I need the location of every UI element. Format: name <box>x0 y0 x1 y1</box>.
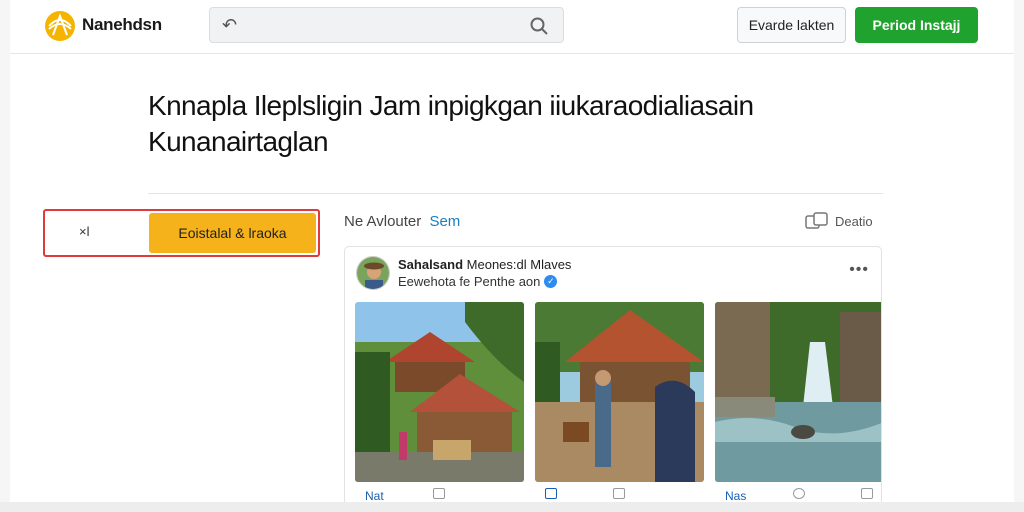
see-link[interactable]: Sem <box>429 213 460 230</box>
feed-header: Ne Avlouter Sem <box>344 213 460 230</box>
search-icon[interactable] <box>529 16 549 36</box>
page-title-line-1: Knnapla Ileplsligin Jam inpigkgan iiukar… <box>148 90 754 121</box>
copy-icon[interactable] <box>805 212 829 230</box>
yellow-action-button[interactable]: Eoistalal & lraoka <box>149 213 316 253</box>
image-icon[interactable] <box>433 488 445 499</box>
post-subtitle: Eewehota fe Penthe aon ✓ <box>398 274 558 289</box>
tile-3-label[interactable]: Nas <box>725 489 746 503</box>
author-name[interactable]: Sahalsand <box>398 257 463 272</box>
feed-title: Ne Avlouter <box>344 213 422 230</box>
page-title-line-2: Kunanairtaglan <box>148 126 329 157</box>
feed-right-label[interactable]: Deatio <box>835 214 873 229</box>
post-image-villagers[interactable] <box>535 302 704 482</box>
search-bar[interactable]: ↶ <box>209 7 564 43</box>
more-icon[interactable]: ••• <box>849 261 869 279</box>
page: Nanehdsn ↶ Evarde lakten Period Instajj … <box>10 0 1014 512</box>
back-arrow-icon[interactable]: ↶ <box>222 15 237 36</box>
brand-name[interactable]: Nanehdsn <box>82 15 162 35</box>
page-title: Knnapla Ileplsligin Jam inpigkgan iiukar… <box>148 88 868 160</box>
close-icon[interactable]: ×l <box>79 224 89 239</box>
verified-icon: ✓ <box>544 275 558 288</box>
post-card: Sahalsand Meones:dl Mlaves Eewehota fe P… <box>344 246 882 512</box>
secondary-button[interactable]: Evarde lakten <box>737 7 846 43</box>
post-subtitle-text: Eewehota fe Penthe aon <box>398 274 541 289</box>
post-author[interactable]: Sahalsand Meones:dl Mlaves <box>398 257 571 272</box>
post-image-houses[interactable] <box>355 302 524 482</box>
feed-right-control[interactable]: Deatio <box>805 212 873 230</box>
tile-1-label[interactable]: Nat <box>365 489 384 503</box>
app-frame: Nanehdsn ↶ Evarde lakten Period Instajj … <box>0 0 1024 512</box>
circle-icon[interactable] <box>793 488 805 499</box>
divider <box>148 193 883 194</box>
comment-icon[interactable] <box>613 488 625 499</box>
logo-icon[interactable] <box>44 10 76 42</box>
share-icon[interactable] <box>861 488 873 499</box>
top-bar: Nanehdsn ↶ Evarde lakten Period Instajj <box>10 0 1014 54</box>
bottom-strip <box>0 502 1024 512</box>
author-meta: Meones:dl Mlaves <box>466 257 572 272</box>
post-image-waterfall[interactable] <box>715 302 881 482</box>
image-icon[interactable] <box>545 488 557 499</box>
avatar[interactable] <box>356 256 390 290</box>
primary-button[interactable]: Period Instajj <box>855 7 978 43</box>
highlighted-action-box: ×l Eoistalal & lraoka <box>43 209 320 257</box>
